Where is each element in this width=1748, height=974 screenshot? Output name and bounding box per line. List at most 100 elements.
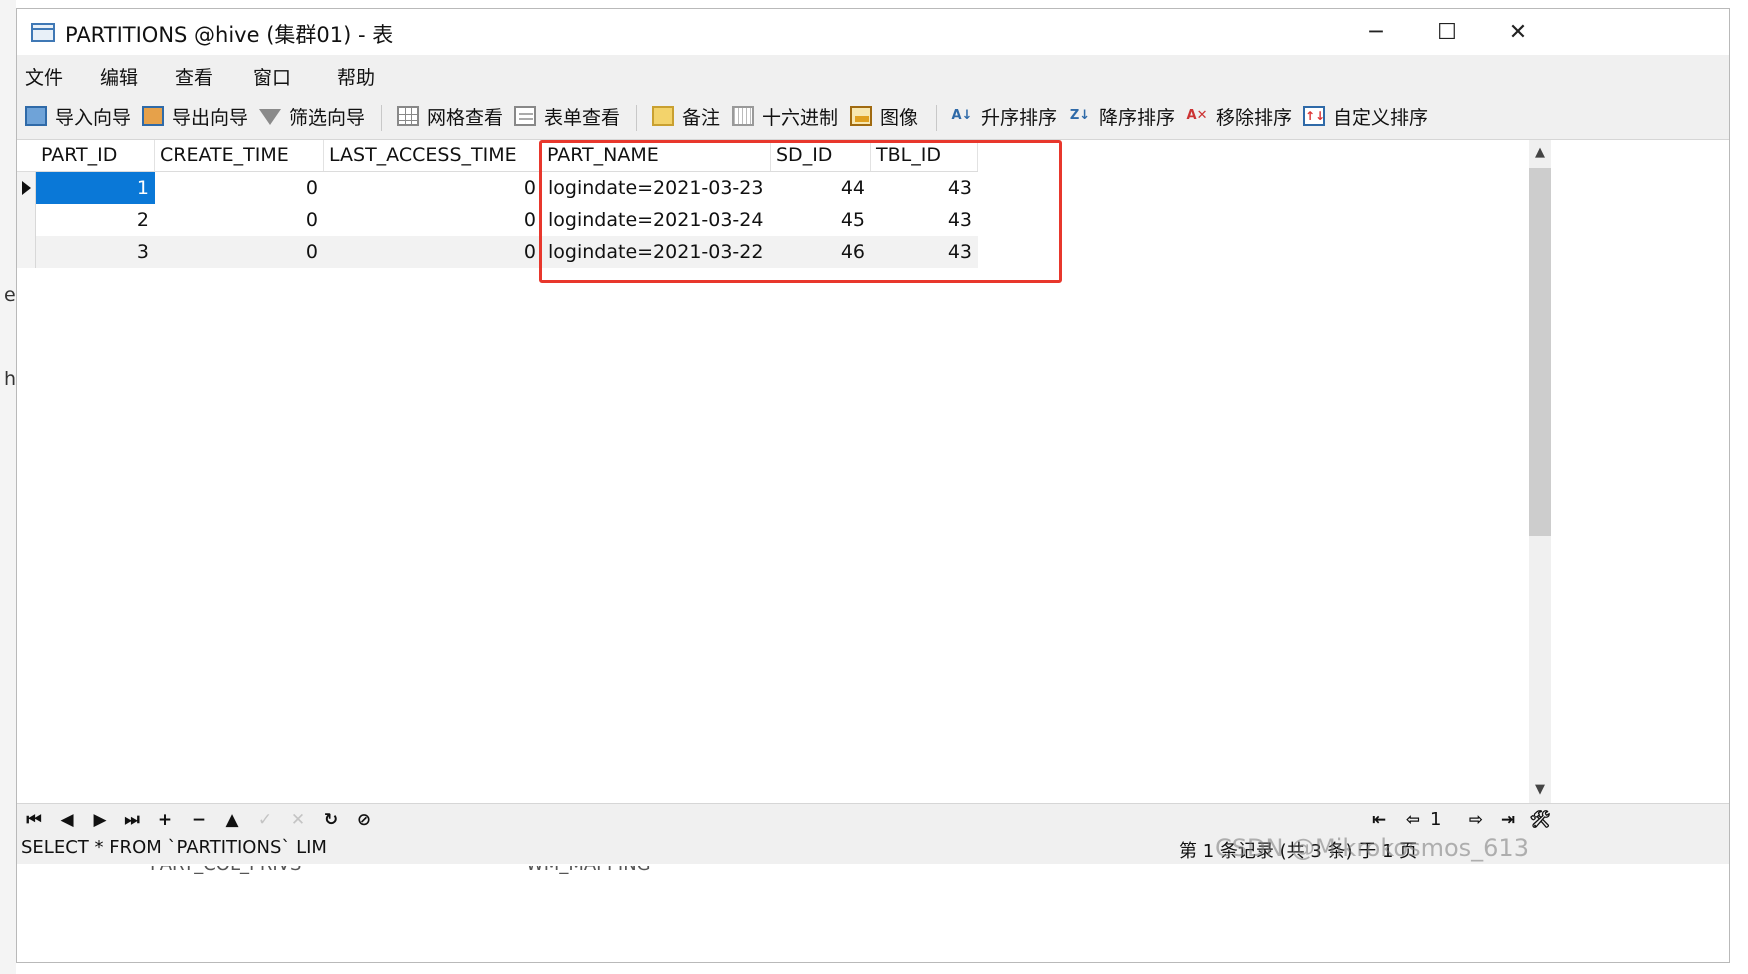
filter-icon: [259, 109, 281, 125]
cell-last-access-time[interactable]: 0: [324, 236, 542, 268]
memo-label: 备注: [682, 106, 721, 129]
toolbar: 导入向导 导出向导 筛选向导 网格查看 表单查看 备注 十六进制 图像 A↓ 升…: [17, 95, 1729, 140]
sort-desc-button[interactable]: Z↓ 降序排序: [1069, 101, 1175, 131]
cell-create-time[interactable]: 0: [155, 172, 324, 204]
refresh-icon[interactable]: ↻: [318, 808, 344, 832]
hex-button[interactable]: 十六进制: [732, 101, 838, 131]
cell-tbl-id[interactable]: 43: [871, 172, 978, 204]
background-text-fragment: e: [4, 284, 16, 306]
toolbar-separator: [381, 105, 382, 131]
next-page-icon[interactable]: ⇨: [1463, 808, 1489, 832]
grid-icon: [397, 106, 419, 126]
watermark-text: CSDN @Mikrokosmos_613: [1215, 834, 1529, 862]
scroll-up-icon[interactable]: ▲: [1529, 142, 1551, 164]
column-header-last-access-time[interactable]: LAST_ACCESS_TIME: [324, 140, 542, 171]
import-icon: [25, 106, 47, 126]
column-header-tbl-id[interactable]: TBL_ID: [871, 140, 978, 171]
discard-changes-icon[interactable]: ✕: [285, 808, 311, 832]
row-indicator[interactable]: [17, 172, 36, 204]
next-record-icon[interactable]: ▶: [87, 808, 113, 832]
form-icon: [514, 106, 536, 126]
cell-part-name[interactable]: logindate=2021-03-24: [542, 204, 771, 236]
cell-tbl-id[interactable]: 43: [871, 236, 978, 268]
memo-button[interactable]: 备注: [652, 101, 720, 131]
cell-part-id[interactable]: 1: [36, 172, 155, 204]
cell-last-access-time[interactable]: 0: [324, 204, 542, 236]
maximize-button[interactable]: ☐: [1409, 9, 1485, 55]
form-view-button[interactable]: 表单查看: [514, 101, 620, 131]
cell-last-access-time[interactable]: 0: [324, 172, 542, 204]
sort-asc-label: 升序排序: [981, 106, 1058, 129]
settings-tools-icon[interactable]: 🛠: [1527, 808, 1553, 832]
column-header-create-time[interactable]: CREATE_TIME: [155, 140, 324, 171]
stop-icon[interactable]: ⊘: [351, 808, 377, 832]
add-record-icon[interactable]: +: [152, 808, 178, 832]
last-page-icon[interactable]: ⇥: [1495, 808, 1521, 832]
first-page-icon[interactable]: ⇤: [1366, 808, 1392, 832]
sort-ascending-icon: A↓: [951, 108, 973, 123]
remove-sort-icon: A✕: [1186, 108, 1208, 123]
cell-create-time[interactable]: 0: [155, 204, 324, 236]
hex-icon: [732, 106, 754, 126]
table-icon: [31, 23, 55, 42]
row-indicator[interactable]: [17, 236, 36, 268]
apply-changes-icon[interactable]: ✓: [252, 808, 278, 832]
menu-window[interactable]: 窗口: [253, 63, 291, 90]
cell-sd-id[interactable]: 45: [771, 204, 871, 236]
column-header-part-id[interactable]: PART_ID: [36, 140, 155, 171]
vertical-scrollbar[interactable]: ▲ ▼: [1529, 140, 1551, 803]
table-row[interactable]: 2 0 0 logindate=2021-03-24 45 43: [17, 204, 978, 236]
export-wizard-label: 导出向导: [172, 106, 249, 129]
cell-part-id[interactable]: 3: [36, 236, 155, 268]
row-indicator[interactable]: [17, 204, 36, 236]
prev-page-icon[interactable]: ⇦: [1400, 808, 1426, 832]
table-viewer-window: PARTITIONS @hive (集群01) - 表 ─ ☐ ✕ 文件 编辑 …: [16, 8, 1730, 963]
cell-part-name[interactable]: logindate=2021-03-23: [542, 172, 771, 204]
post-edit-icon[interactable]: ▲: [219, 808, 245, 832]
filter-wizard-button[interactable]: 筛选向导: [259, 101, 365, 131]
minimize-button[interactable]: ─: [1338, 9, 1414, 55]
column-header-sd-id[interactable]: SD_ID: [771, 140, 871, 171]
menu-edit[interactable]: 编辑: [100, 63, 138, 90]
sort-asc-button[interactable]: A↓ 升序排序: [951, 101, 1058, 131]
scrollbar-thumb[interactable]: [1529, 168, 1551, 536]
cell-part-name[interactable]: logindate=2021-03-22: [542, 236, 771, 268]
grid-view-button[interactable]: 网格查看: [397, 101, 503, 131]
image-button[interactable]: 图像: [850, 101, 918, 131]
table-row[interactable]: 1 0 0 logindate=2021-03-23 44 43: [17, 172, 978, 204]
last-record-icon[interactable]: ⏭: [119, 808, 145, 832]
background-tab-label: PART_COL_PRIVS: [150, 866, 301, 875]
scroll-down-icon[interactable]: ▼: [1529, 779, 1551, 801]
cell-create-time[interactable]: 0: [155, 236, 324, 268]
title-bar: PARTITIONS @hive (集群01) - 表 ─ ☐ ✕: [17, 9, 1729, 55]
data-grid[interactable]: PART_ID CREATE_TIME LAST_ACCESS_TIME PAR…: [17, 140, 1529, 803]
first-record-icon[interactable]: ⏮: [21, 808, 47, 832]
table-row[interactable]: 3 0 0 logindate=2021-03-22 46 43: [17, 236, 978, 268]
delete-record-icon[interactable]: −: [186, 808, 212, 832]
toolbar-separator: [636, 105, 637, 131]
window-title: PARTITIONS @hive (集群01) - 表: [65, 23, 394, 47]
menu-help[interactable]: 帮助: [337, 63, 375, 90]
menu-bar: 文件 编辑 查看 窗口 帮助: [17, 55, 1729, 95]
import-wizard-button[interactable]: 导入向导: [25, 101, 131, 131]
menu-file[interactable]: 文件: [25, 63, 63, 90]
cell-part-id[interactable]: 2: [36, 204, 155, 236]
page-number[interactable]: 1: [1430, 808, 1441, 832]
current-row-arrow-icon: [22, 181, 31, 195]
form-view-label: 表单查看: [544, 106, 621, 129]
menu-view[interactable]: 查看: [175, 63, 213, 90]
close-button[interactable]: ✕: [1480, 9, 1556, 55]
grid-header: PART_ID CREATE_TIME LAST_ACCESS_TIME PAR…: [17, 140, 978, 172]
cell-tbl-id[interactable]: 43: [871, 204, 978, 236]
custom-sort-label: 自定义排序: [1333, 106, 1429, 129]
export-wizard-button[interactable]: 导出向导: [142, 101, 248, 131]
record-navigator: ⏮ ◀ ▶ ⏭ + − ▲ ✓ ✕ ↻ ⊘ ⇤ ⇦ 1 ⇨ ⇥ 🛠: [17, 803, 1729, 836]
remove-sort-button[interactable]: A✕ 移除排序: [1186, 101, 1293, 131]
status-sql-query: SELECT * FROM `PARTITIONS` LIM: [21, 837, 327, 858]
prev-record-icon[interactable]: ◀: [54, 808, 80, 832]
cell-sd-id[interactable]: 46: [771, 236, 871, 268]
background-window-strip: e h: [0, 0, 16, 974]
column-header-part-name[interactable]: PART_NAME: [542, 140, 771, 171]
custom-sort-button[interactable]: ↑↓ 自定义排序: [1303, 101, 1428, 131]
cell-sd-id[interactable]: 44: [771, 172, 871, 204]
